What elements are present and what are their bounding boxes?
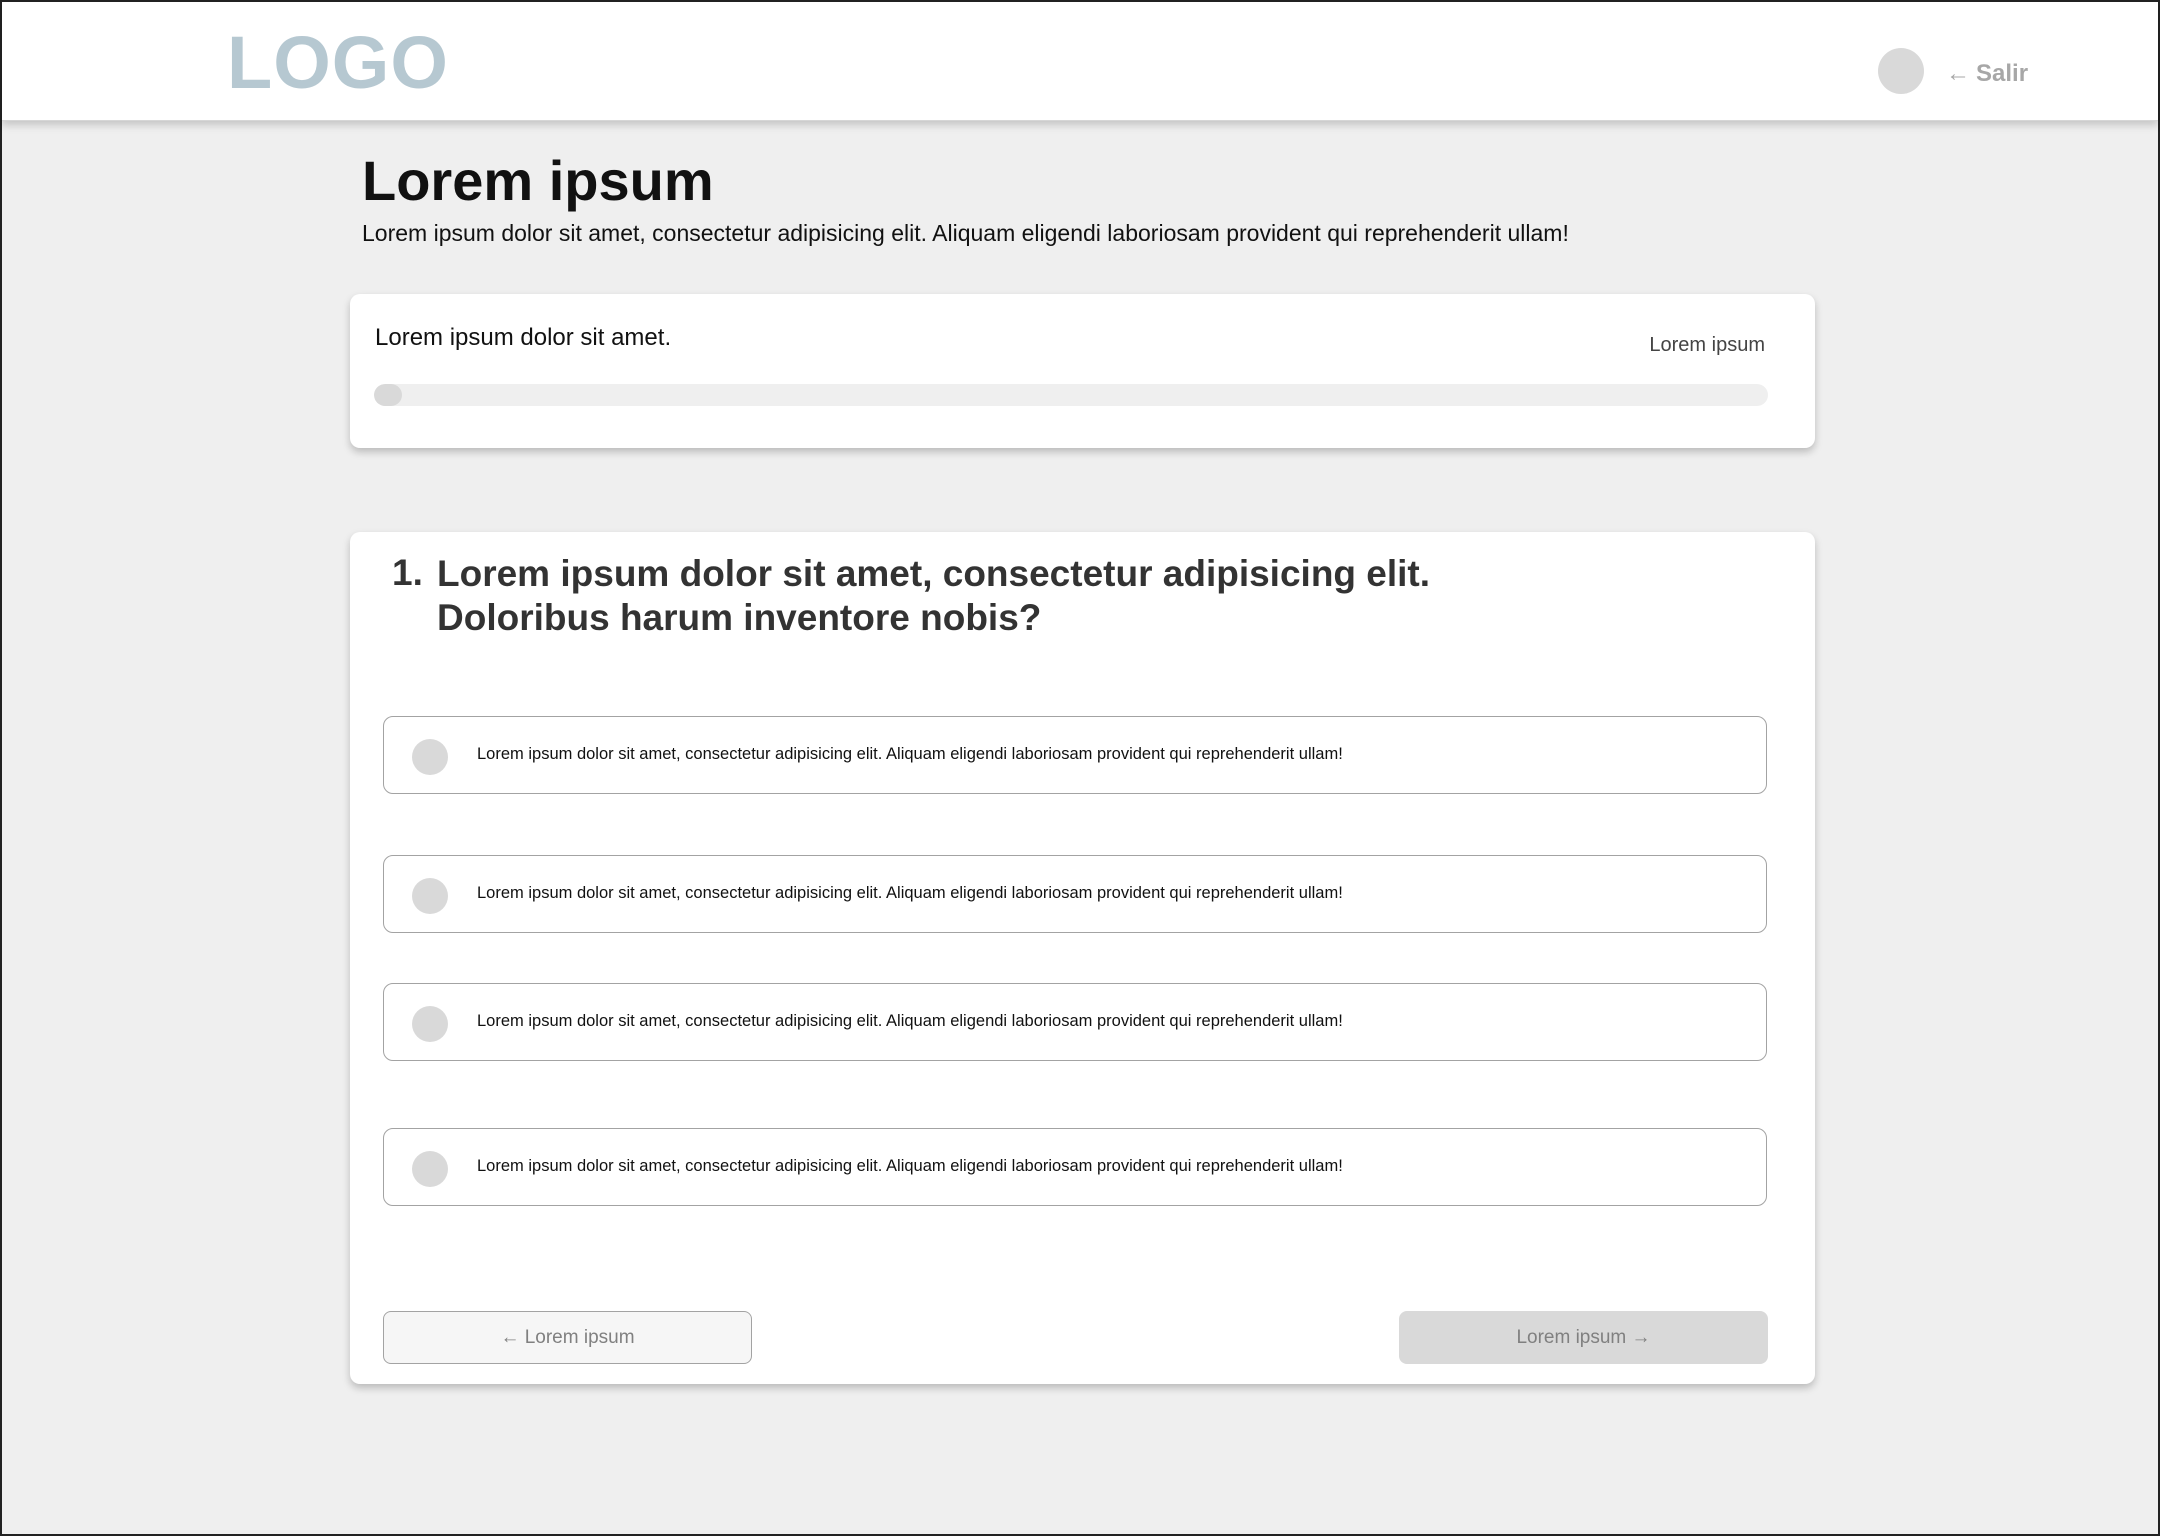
question-text: Lorem ipsum dolor sit amet, consectetur … bbox=[437, 552, 1487, 640]
logo[interactable]: LOGO bbox=[227, 20, 449, 105]
user-avatar[interactable] bbox=[1878, 48, 1924, 94]
answer-option-label: Lorem ipsum dolor sit amet, consectetur … bbox=[477, 1157, 1343, 1175]
arrow-left-icon: ← bbox=[1946, 60, 1970, 87]
question-number: 1. bbox=[392, 552, 423, 593]
radio-button[interactable] bbox=[412, 739, 448, 775]
question-text-line-1: Lorem ipsum dolor sit amet, consectetur … bbox=[437, 553, 1431, 594]
question-card: 1. Lorem ipsum dolor sit amet, consectet… bbox=[350, 532, 1815, 1384]
question-text-line-2: Doloribus harum inventore nobis? bbox=[437, 597, 1042, 638]
progress-bar-fill bbox=[374, 384, 402, 406]
progress-card: Lorem ipsum dolor sit amet. Lorem ipsum bbox=[350, 294, 1815, 448]
progress-bar bbox=[374, 384, 1768, 406]
logout-button[interactable]: ← Salir bbox=[1946, 60, 2028, 88]
radio-button[interactable] bbox=[412, 1006, 448, 1042]
top-navigation-bar: LOGO ← Salir bbox=[2, 2, 2158, 121]
next-button[interactable]: Lorem ipsum → bbox=[1399, 1311, 1768, 1364]
answer-option[interactable]: Lorem ipsum dolor sit amet, consectetur … bbox=[383, 716, 1767, 794]
page-subtitle: Lorem ipsum dolor sit amet, consectetur … bbox=[362, 220, 1569, 246]
answer-option[interactable]: Lorem ipsum dolor sit amet, consectetur … bbox=[383, 983, 1767, 1061]
answer-option[interactable]: Lorem ipsum dolor sit amet, consectetur … bbox=[383, 855, 1767, 933]
answer-option[interactable]: Lorem ipsum dolor sit amet, consectetur … bbox=[383, 1128, 1767, 1206]
radio-button[interactable] bbox=[412, 1151, 448, 1187]
radio-button[interactable] bbox=[412, 878, 448, 914]
previous-button[interactable]: ← Lorem ipsum bbox=[383, 1311, 752, 1364]
progress-status: Lorem ipsum bbox=[1649, 334, 1765, 356]
answer-option-label: Lorem ipsum dolor sit amet, consectetur … bbox=[477, 884, 1343, 902]
progress-title: Lorem ipsum dolor sit amet. bbox=[375, 324, 672, 351]
page-title: Lorem ipsum bbox=[362, 149, 714, 212]
logout-label: Salir bbox=[1976, 60, 2029, 87]
answer-option-label: Lorem ipsum dolor sit amet, consectetur … bbox=[477, 1012, 1343, 1030]
answer-option-label: Lorem ipsum dolor sit amet, consectetur … bbox=[477, 745, 1343, 763]
